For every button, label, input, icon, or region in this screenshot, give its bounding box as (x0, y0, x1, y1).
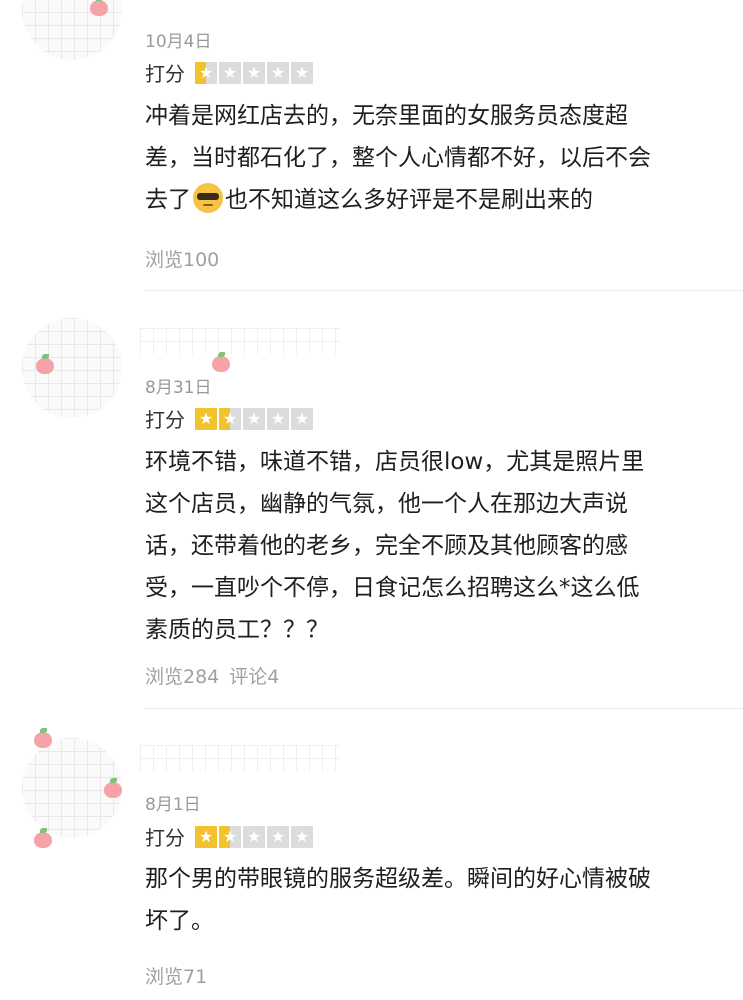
view-count: 浏览100 (145, 249, 220, 271)
username-blurred (140, 328, 340, 354)
star-icon: ★ (219, 407, 241, 430)
review-text-part: 也不知道这么多好评是不是刷出来的 (225, 187, 593, 213)
rating-label: 打分 (145, 826, 185, 850)
review-date: 8月1日 (145, 795, 201, 815)
divider (145, 708, 743, 709)
star-icon: ★ (195, 407, 217, 430)
star-icon: ★ (291, 407, 313, 430)
star-rating: ★ ★ ★ ★ ★ (195, 61, 313, 84)
rating-label: 打分 (145, 408, 185, 432)
review-date: 8月31日 (145, 378, 212, 398)
rating-row: 打分 ★ ★ ★ ★ ★ (145, 404, 313, 433)
view-count: 浏览284 (145, 666, 220, 688)
star-icon: ★ (267, 407, 289, 430)
star-icon: ★ (195, 825, 217, 848)
star-icon: ★ (267, 825, 289, 848)
star-rating: ★ ★ ★ ★ ★ (195, 407, 313, 430)
star-icon: ★ (291, 825, 313, 848)
star-icon: ★ (195, 61, 217, 84)
review-date: 10月4日 (145, 32, 212, 52)
review-meta: 浏览284 评论4 (145, 662, 279, 689)
peach-sticker-icon (36, 354, 54, 374)
divider (145, 290, 743, 291)
star-rating: ★ ★ ★ ★ ★ (195, 825, 313, 848)
star-icon: ★ (219, 61, 241, 84)
rating-label: 打分 (145, 62, 185, 86)
username-blurred (140, 745, 340, 771)
review-text: 那个男的带眼镜的服务超级差。瞬间的好心情被破 坏了。 (145, 866, 651, 934)
peach-sticker-icon (34, 728, 52, 748)
peach-sticker-icon (90, 0, 108, 16)
star-icon: ★ (243, 825, 265, 848)
star-icon: ★ (219, 825, 241, 848)
review-meta: 浏览100 (145, 245, 219, 272)
star-icon: ★ (243, 407, 265, 430)
comment-count[interactable]: 评论4 (229, 666, 279, 688)
rating-row: 打分 ★ ★ ★ ★ ★ (145, 58, 313, 87)
peach-sticker-icon (34, 828, 52, 848)
review-text: 环境不错，味道不错，店员很low，尤其是照片里 这个店员，幽静的气氛，他一个人在… (145, 449, 645, 643)
star-icon: ★ (243, 61, 265, 84)
peach-sticker-icon (104, 778, 122, 798)
review-text: 冲着是网红店去的，无奈里面的女服务员态度超 差，当时都石化了，整个人心情都不好，… (145, 95, 715, 221)
review-meta: 浏览71 (145, 962, 207, 989)
view-count: 浏览71 (145, 966, 208, 988)
cool-face-emoji-icon (193, 183, 223, 213)
star-icon: ★ (291, 61, 313, 84)
peach-sticker-icon (212, 352, 230, 372)
rating-row: 打分 ★ ★ ★ ★ ★ (145, 822, 313, 851)
star-icon: ★ (267, 61, 289, 84)
